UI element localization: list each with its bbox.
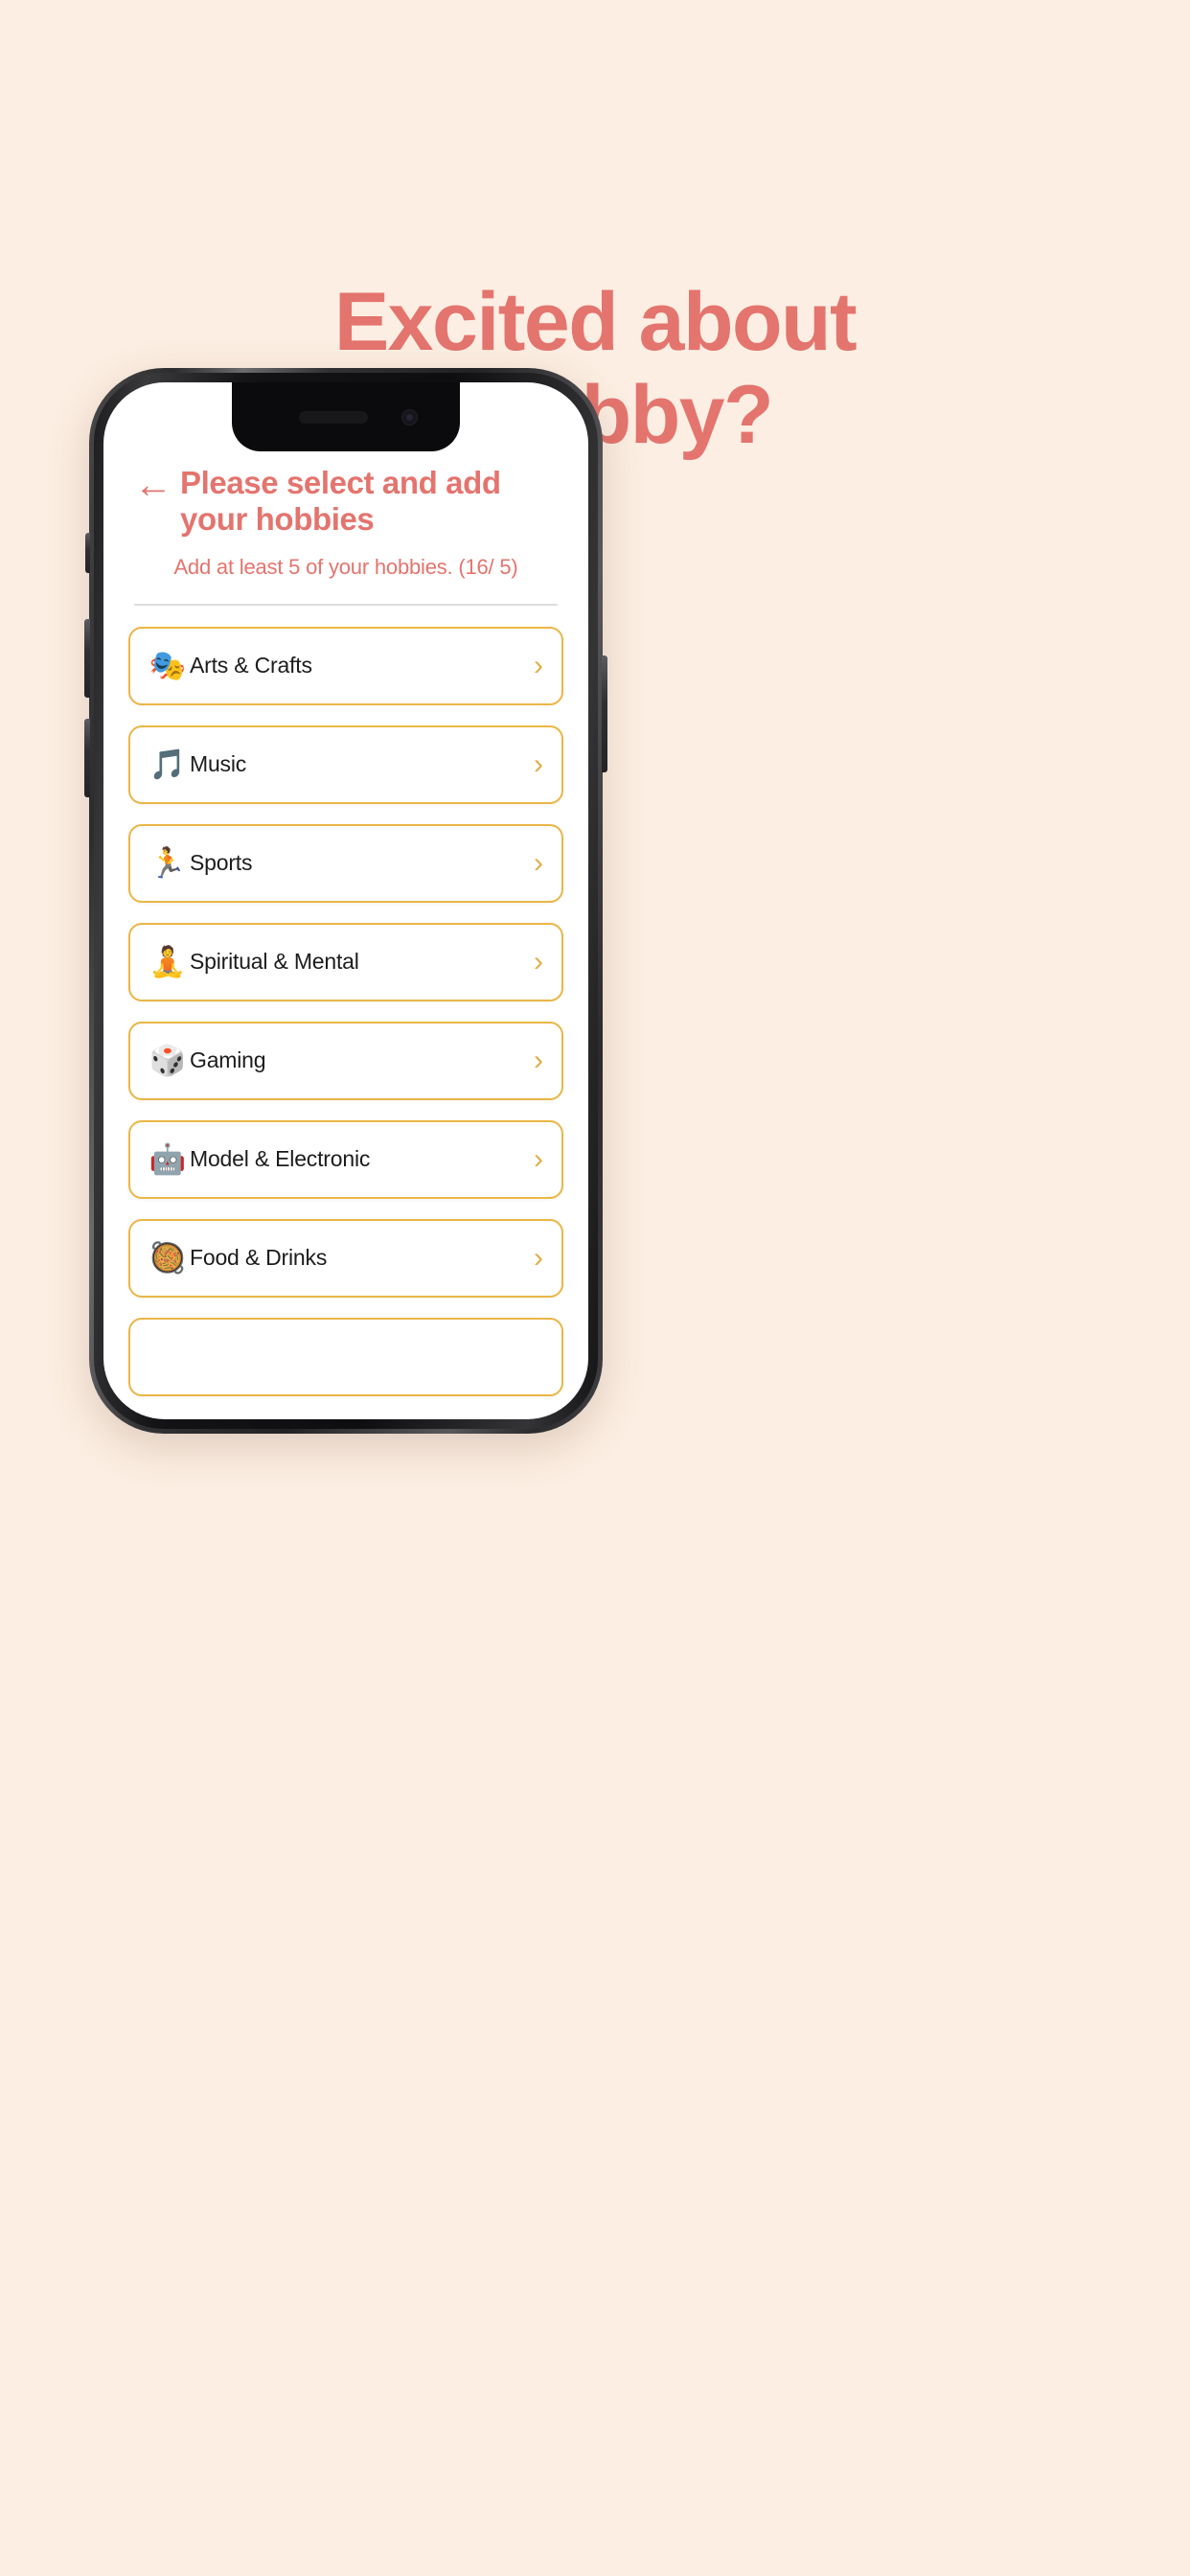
page-subtitle: Add at least 5 of your hobbies. (16/ 5) bbox=[173, 554, 518, 579]
hobby-list-item-music[interactable]: 🎵 Music › bbox=[128, 724, 563, 804]
phone-device-frame: ← Please select and add your hobbies Add… bbox=[84, 368, 607, 1434]
chevron-right-icon[interactable]: › bbox=[534, 947, 543, 977]
hobby-list-item-sports[interactable]: 🏃 Sports › bbox=[128, 823, 563, 903]
hobby-list-item-gaming[interactable]: 🎲 Gaming › bbox=[128, 1021, 563, 1100]
hobby-item-label: Sports bbox=[190, 850, 253, 876]
musical-note-icon: 🎵 bbox=[149, 748, 187, 782]
app-content: ← Please select and add your hobbies Add… bbox=[103, 382, 588, 1419]
runner-icon: 🏃 bbox=[149, 846, 187, 881]
volume-up-button[interactable] bbox=[84, 619, 90, 698]
chevron-right-icon[interactable]: › bbox=[534, 651, 543, 680]
hobby-item-label: Gaming bbox=[190, 1047, 266, 1073]
hobby-list-item-arts-crafts[interactable]: 🎭 Arts & Crafts › bbox=[128, 626, 563, 705]
paella-icon: 🥘 bbox=[149, 1241, 187, 1276]
hobby-list-item-food-drinks[interactable]: 🥘 Food & Drinks › bbox=[128, 1218, 563, 1298]
speaker-grille-icon bbox=[299, 411, 368, 424]
page-title: Please select and add your hobbies bbox=[180, 465, 501, 538]
phone-screen: ← Please select and add your hobbies Add… bbox=[103, 382, 588, 1419]
phone-bezel: ← Please select and add your hobbies Add… bbox=[94, 373, 598, 1429]
hobby-item-label: Model & Electronic bbox=[190, 1146, 371, 1172]
hobby-item-label: Arts & Crafts bbox=[190, 653, 312, 678]
hobby-item-label: Music bbox=[190, 751, 247, 777]
hobby-item-label: Food & Drinks bbox=[190, 1245, 328, 1271]
chevron-right-icon[interactable]: › bbox=[534, 749, 543, 779]
hobby-list-item-model-electronic[interactable]: 🤖 Model & Electronic › bbox=[128, 1119, 563, 1199]
volume-down-button[interactable] bbox=[84, 719, 90, 797]
back-arrow-icon[interactable]: ← bbox=[134, 465, 172, 506]
mute-switch-button[interactable] bbox=[85, 533, 90, 573]
power-button[interactable] bbox=[602, 656, 607, 772]
hobby-item-label: Spiritual & Mental bbox=[190, 949, 359, 975]
hobby-list-item-spiritual-mental[interactable]: 🧘 Spiritual & Mental › bbox=[128, 922, 563, 1001]
front-camera-icon bbox=[401, 409, 418, 426]
chevron-right-icon[interactable]: › bbox=[534, 848, 543, 878]
header-divider bbox=[134, 603, 558, 606]
headline-line-1: Excited about bbox=[333, 276, 858, 368]
dice-icon: 🎲 bbox=[149, 1044, 187, 1078]
robot-icon: 🤖 bbox=[149, 1142, 187, 1177]
chevron-right-icon[interactable]: › bbox=[534, 1144, 543, 1174]
hobby-list: 🎭 Arts & Crafts › 🎵 Music › 🏃 Sports › 🧘… bbox=[128, 626, 563, 1396]
chevron-right-icon[interactable]: › bbox=[534, 1243, 543, 1273]
hobby-list-item-partial[interactable] bbox=[128, 1317, 563, 1396]
chevron-right-icon[interactable]: › bbox=[534, 1046, 543, 1075]
theater-masks-icon: 🎭 bbox=[149, 649, 187, 683]
meditation-icon: 🧘 bbox=[149, 945, 187, 979]
notch bbox=[232, 382, 460, 451]
app-header: ← Please select and add your hobbies bbox=[128, 465, 563, 539]
